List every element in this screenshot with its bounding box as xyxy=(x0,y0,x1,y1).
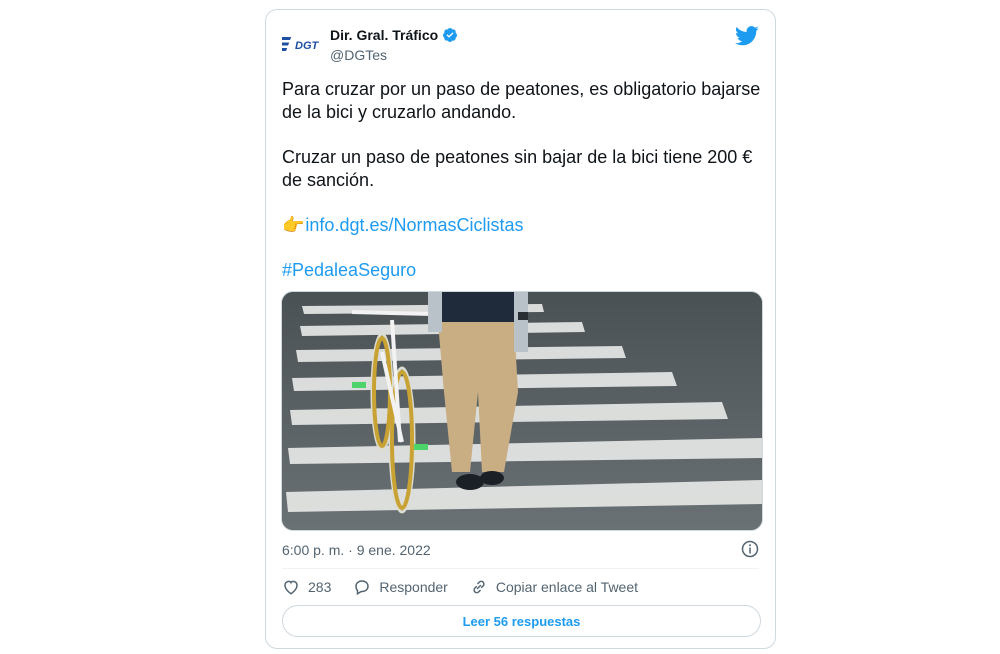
like-button[interactable]: 283 xyxy=(282,578,331,596)
info-icon[interactable] xyxy=(741,540,759,558)
tweet-hashtag[interactable]: #PedaleaSeguro xyxy=(282,259,762,282)
author-handle[interactable]: @DGTes xyxy=(330,45,458,65)
author-block[interactable]: Dir. Gral. Tráfico @DGTes xyxy=(330,26,458,65)
copy-link-button[interactable]: Copiar enlace al Tweet xyxy=(470,578,638,596)
twitter-bird-icon[interactable] xyxy=(735,26,759,46)
photo-person-walking-bike-icon xyxy=(282,292,762,530)
tweet-timestamp[interactable]: 6:00 p. m. · 9 ene. 2022 xyxy=(282,542,431,558)
copy-link-label: Copiar enlace al Tweet xyxy=(495,579,639,595)
tweet-photo[interactable] xyxy=(281,291,763,531)
tweet-link-row: 👉info.dgt.es/NormasCiclistas xyxy=(282,214,762,237)
tweet-header: DGT Dir. Gral. Tráfico @DGTes xyxy=(282,24,759,64)
dgt-logo-icon[interactable]: DGT xyxy=(282,32,324,56)
reply-button[interactable]: Responder xyxy=(353,578,448,596)
author-display-name[interactable]: Dir. Gral. Tráfico xyxy=(330,26,438,44)
tweet-actions: 283 Responder Copiar enlace al Tweet xyxy=(282,576,660,598)
reply-bubble-icon xyxy=(355,580,370,596)
tweet-text: Para cruzar por un paso de peatones, es … xyxy=(282,78,762,282)
divider xyxy=(282,568,759,569)
heart-icon xyxy=(284,580,298,595)
tweet-paragraph-1: Para cruzar por un paso de peatones, es … xyxy=(282,79,761,122)
like-count: 283 xyxy=(308,579,332,595)
svg-text:DGT: DGT xyxy=(295,40,320,52)
pointing-finger-emoji: 👉 xyxy=(282,215,305,235)
verified-badge-icon xyxy=(443,28,458,42)
read-replies-button[interactable]: Leer 56 respuestas xyxy=(282,605,761,637)
tweet-paragraph-2: Cruzar un paso de peatones sin bajar de … xyxy=(282,147,753,190)
link-icon xyxy=(473,580,485,594)
reply-label: Responder xyxy=(379,579,448,595)
tweet-link[interactable]: info.dgt.es/NormasCiclistas xyxy=(305,215,523,235)
tweet-card: DGT Dir. Gral. Tráfico @DGTes Para cruza… xyxy=(265,9,776,649)
